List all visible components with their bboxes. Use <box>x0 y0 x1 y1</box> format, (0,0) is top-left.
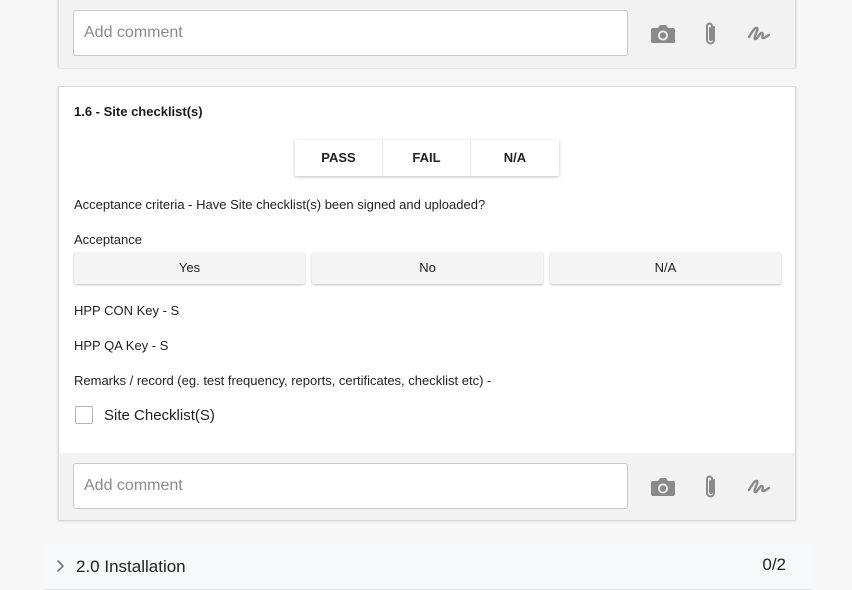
comment-bar: Add comment <box>59 0 795 68</box>
camera-icon[interactable] <box>649 20 677 48</box>
fail-button[interactable]: FAIL <box>383 140 471 176</box>
acceptance-yes-button[interactable]: Yes <box>74 252 305 284</box>
pass-button[interactable]: PASS <box>295 140 383 176</box>
site-checklist-label[interactable]: Site Checklist(S) <box>104 407 215 424</box>
acceptance-criteria-text: Acceptance criteria - Have Site checklis… <box>74 197 486 212</box>
con-key-text: HPP CON Key - S <box>74 303 180 318</box>
qa-key-text: HPP QA Key - S <box>74 338 169 353</box>
installation-title: 2.0 Installation <box>76 557 186 576</box>
chevron-right-icon <box>56 559 66 578</box>
na-button[interactable]: N/A <box>471 140 559 176</box>
comment-input[interactable]: Add comment <box>73 10 628 56</box>
paperclip-icon[interactable] <box>697 473 725 501</box>
acceptance-na-button[interactable]: N/A <box>550 252 781 284</box>
acceptance-no-button[interactable]: No <box>312 252 543 284</box>
result-segmented-control: PASS FAIL N/A <box>295 140 559 176</box>
section-title: 1.6 - Site checklist(s) <box>74 104 203 119</box>
acceptance-label: Acceptance <box>74 232 142 247</box>
previous-item-card: Add comment <box>58 0 796 68</box>
comment-bar: Add comment <box>59 453 795 520</box>
comment-input[interactable]: Add comment <box>73 463 628 509</box>
installation-section-header[interactable]: 2.0 Installation 0/2 <box>44 545 812 590</box>
camera-icon[interactable] <box>649 473 677 501</box>
signature-icon[interactable] <box>745 473 773 501</box>
signature-icon[interactable] <box>745 20 773 48</box>
checklist-item-card: 1.6 - Site checklist(s) PASS FAIL N/A Ac… <box>58 86 796 520</box>
remarks-text: Remarks / record (eg. test frequency, re… <box>74 373 492 388</box>
site-checklist-checkbox[interactable] <box>75 406 93 424</box>
installation-count: 0/2 <box>762 555 786 574</box>
paperclip-icon[interactable] <box>697 20 725 48</box>
